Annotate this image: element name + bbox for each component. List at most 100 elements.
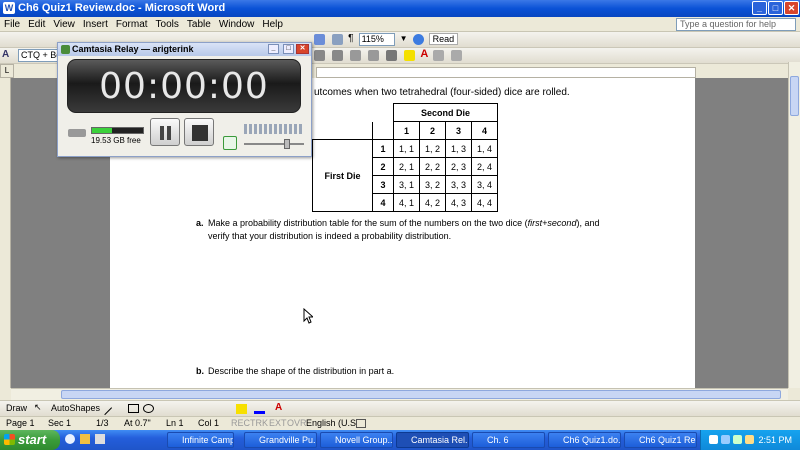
minimize-button[interactable]: _ <box>752 1 767 15</box>
part-b-text: Describe the shape of the distribution i… <box>208 366 395 376</box>
stop-button[interactable] <box>184 118 214 146</box>
volume-slider-handle[interactable] <box>284 139 290 149</box>
oval-icon[interactable] <box>143 404 154 413</box>
chevron-down-icon[interactable]: ▼ <box>400 34 408 43</box>
start-label: start <box>18 432 47 447</box>
start-button[interactable]: start <box>0 430 60 450</box>
maximize-button[interactable]: □ <box>768 1 783 15</box>
drawing-toolbar: Draw ↖ AutoShapes A <box>0 400 800 416</box>
horizontal-scroll-thumb[interactable] <box>61 390 781 399</box>
task-infinite-campus[interactable]: Infinite Camp... <box>167 432 234 448</box>
vertical-scrollbar[interactable] <box>788 62 800 388</box>
pilcrow-icon[interactable]: ¶ <box>348 33 353 44</box>
table-cell: 3, 2 <box>419 175 446 194</box>
desktop-quicklaunch-icon[interactable] <box>95 434 105 444</box>
table-cell: 1, 2 <box>419 139 446 158</box>
horizontal-ruler[interactable] <box>316 67 696 78</box>
borders-icon[interactable] <box>386 50 398 61</box>
part-a-italic: first+second <box>527 218 577 228</box>
camtasia-maximize-button[interactable]: □ <box>283 44 294 54</box>
camtasia-title-bar[interactable]: Camtasia Relay — arigterink _ □ ✕ <box>58 43 311 56</box>
menu-file[interactable]: File <box>0 17 24 32</box>
table-cell: 3, 1 <box>393 175 420 194</box>
folder-quicklaunch-icon[interactable] <box>80 434 90 444</box>
system-tray: 2:51 PM <box>700 430 800 450</box>
line-icon[interactable] <box>97 400 113 416</box>
tab-selector-icon[interactable]: L <box>0 64 14 78</box>
menu-table[interactable]: Table <box>183 17 215 32</box>
increase-indent-icon[interactable] <box>368 50 380 61</box>
select-objects-icon[interactable]: ↖ <box>34 402 42 413</box>
tray-icon[interactable] <box>709 435 718 444</box>
task-ch6-folder[interactable]: Ch. 6 <box>472 432 545 448</box>
help-icon[interactable] <box>412 34 424 45</box>
bullets-icon[interactable] <box>314 50 325 61</box>
styles-icon: A <box>2 49 10 60</box>
menu-bar: File Edit View Insert Format Tools Table Window… <box>0 17 800 32</box>
decrease-indent-icon[interactable] <box>350 50 362 61</box>
read-button[interactable]: Read <box>428 33 459 45</box>
camtasia-minimize-button[interactable]: _ <box>268 44 279 54</box>
row-header: 2 <box>372 157 394 176</box>
tray-icon[interactable] <box>721 435 730 444</box>
menu-insert[interactable]: Insert <box>79 17 112 32</box>
close-button[interactable]: ✕ <box>784 1 799 15</box>
camtasia-close-button[interactable]: ✕ <box>296 44 309 54</box>
rectangle-icon[interactable] <box>128 404 139 413</box>
zoom-select[interactable]: 115% <box>358 33 395 46</box>
disk-icon <box>68 129 86 137</box>
microphone-icon[interactable] <box>223 136 237 150</box>
stop-icon <box>192 125 208 141</box>
volume-slider[interactable] <box>244 139 304 149</box>
fill-color-icon[interactable] <box>236 404 247 414</box>
ask-question-input[interactable]: Type a question for help <box>676 18 796 31</box>
menu-tools[interactable]: Tools <box>152 17 183 32</box>
menu-format[interactable]: Format <box>112 17 152 32</box>
style-select[interactable]: CTQ + Bef <box>18 49 58 62</box>
camtasia-title: Camtasia Relay — arigterink <box>72 44 194 54</box>
task-novell-group[interactable]: Novell Group... <box>320 432 393 448</box>
status-rec[interactable]: REC <box>231 417 250 430</box>
pause-button[interactable] <box>150 118 180 146</box>
part-a-line2: verify that your distribution is indeed … <box>208 231 452 241</box>
menu-view[interactable]: View <box>49 17 79 32</box>
superscript-icon[interactable] <box>433 50 445 61</box>
table-cell: 4, 3 <box>445 193 472 212</box>
doc-map-icon[interactable] <box>332 34 344 45</box>
camtasia-icon <box>61 45 70 54</box>
table-cell: 1, 3 <box>445 139 472 158</box>
horizontal-scrollbar[interactable] <box>11 388 788 400</box>
menu-edit[interactable]: Edit <box>24 17 49 32</box>
disk-free-label: 19.53 GB free <box>91 136 141 145</box>
menu-window[interactable]: Window <box>215 17 259 32</box>
status-ovr[interactable]: OVR <box>287 417 307 430</box>
task-ch6-quiz1-review[interactable]: Ch6 Quiz1 Re... <box>624 432 697 448</box>
task-grandville[interactable]: Grandville Pu... <box>244 432 317 448</box>
ie-quicklaunch-icon[interactable] <box>65 434 75 444</box>
vertical-ruler[interactable] <box>0 78 11 388</box>
table-cell: 2, 1 <box>393 157 420 176</box>
status-ext[interactable]: EXT <box>269 417 287 430</box>
vertical-scroll-thumb[interactable] <box>790 76 799 116</box>
highlight-icon[interactable] <box>404 50 416 61</box>
draw-menu[interactable]: Draw <box>6 403 27 413</box>
drawing-icon[interactable] <box>314 34 325 45</box>
clock[interactable]: 2:51 PM <box>758 430 792 450</box>
menu-help[interactable]: Help <box>258 17 287 32</box>
spelling-icon[interactable] <box>356 419 366 428</box>
font-color-icon[interactable]: A <box>420 48 428 60</box>
task-camtasia[interactable]: Camtasia Rel... <box>396 432 469 448</box>
status-trk[interactable]: TRK <box>250 417 268 430</box>
first-die-header: First Die <box>312 139 373 212</box>
camtasia-relay-window[interactable]: Camtasia Relay — arigterink _ □ ✕ 00:00:… <box>57 42 312 157</box>
tray-icon[interactable] <box>733 435 742 444</box>
autoshapes-menu[interactable]: AutoShapes <box>51 403 100 413</box>
font-color-draw-icon[interactable]: A <box>275 402 282 413</box>
subscript-icon[interactable] <box>451 50 463 61</box>
read-button-label: Read <box>432 34 455 44</box>
numbering-icon[interactable] <box>332 50 344 61</box>
part-b-label: b. <box>196 366 204 376</box>
line-color-icon[interactable] <box>254 404 265 414</box>
tray-icon[interactable] <box>745 435 754 444</box>
task-ch6-quiz1[interactable]: Ch6 Quiz1.do... <box>548 432 621 448</box>
